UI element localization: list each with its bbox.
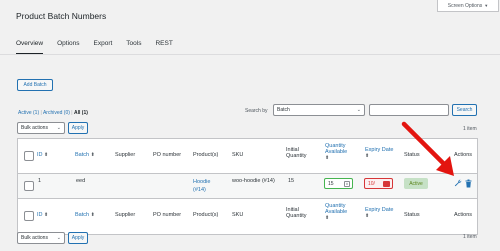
- sort-icon: ⬍: [325, 155, 330, 161]
- column-actions-footer: Actions: [454, 212, 473, 218]
- search-by-value: Batch: [277, 107, 290, 113]
- column-po-number: PO number: [153, 152, 182, 158]
- batches-table: ID ⬍ Batch ⬍ Supplier PO number Product(…: [17, 138, 478, 235]
- row-id: 1: [38, 178, 42, 184]
- bulk-actions-label: Bulk actions: [21, 235, 48, 241]
- tab-tools[interactable]: Tools: [126, 40, 141, 54]
- select-all-checkbox[interactable]: [24, 151, 34, 161]
- filter-all[interactable]: All (1): [74, 110, 88, 116]
- bulk-actions-label: Bulk actions: [21, 125, 48, 131]
- column-batch[interactable]: Batch ⬍: [75, 152, 95, 158]
- screen-options-button[interactable]: Screen Options ▼: [437, 0, 499, 12]
- trash-icon[interactable]: [465, 179, 472, 188]
- expiry-date-value: 10/: [368, 180, 375, 187]
- table-row: 1 eed Hoodie (#14) woo-hoodie (#14) 15 15…: [18, 174, 477, 199]
- apply-button-top[interactable]: Apply: [68, 122, 88, 134]
- search-by-select[interactable]: Batch ⌄: [273, 104, 365, 116]
- sort-icon: ⬍: [365, 213, 370, 219]
- column-supplier-footer: Supplier: [115, 212, 136, 218]
- row-sku: woo-hoodie (#14): [232, 178, 275, 184]
- filter-separator: |: [71, 110, 73, 116]
- column-id-footer[interactable]: ID ⬍: [37, 212, 48, 218]
- screen-options-label: Screen Options: [447, 2, 483, 9]
- column-products: Product(s): [193, 152, 219, 158]
- column-quantity-available-footer[interactable]: Quantity Available ⬍: [325, 203, 347, 221]
- bulk-actions-select-bottom[interactable]: Bulk actions ⌄: [17, 232, 65, 244]
- item-count-top: 1 item: [463, 126, 477, 132]
- sort-icon: ⬍: [325, 215, 330, 221]
- column-supplier: Supplier: [115, 152, 136, 158]
- sort-icon: ⬍: [44, 152, 49, 158]
- search-button[interactable]: Search: [452, 104, 477, 116]
- column-actions: Actions: [454, 152, 473, 158]
- column-expiry-date[interactable]: Expiry Date ⬍: [365, 147, 393, 159]
- column-expiry-date-footer[interactable]: Expiry Date ⬍: [365, 207, 393, 219]
- wrench-icon[interactable]: [454, 179, 462, 187]
- column-batch-footer[interactable]: Batch ⬍: [75, 212, 95, 218]
- column-sku: SKU: [232, 152, 244, 158]
- search-input[interactable]: [369, 104, 449, 116]
- row-initial-quantity: 15: [288, 178, 295, 184]
- chevron-down-icon: ⌄: [56, 235, 61, 241]
- column-sku-footer: SKU: [232, 212, 244, 218]
- chevron-down-icon: ⌄: [356, 107, 361, 113]
- caret-down-icon: ▼: [484, 3, 489, 8]
- row-checkbox[interactable]: [24, 181, 34, 191]
- add-batch-button[interactable]: Add Batch: [17, 79, 53, 91]
- column-status: Status: [404, 152, 420, 158]
- page-title: Product Batch Numbers: [16, 11, 107, 21]
- filter-archived[interactable]: Archived (0): [43, 110, 70, 116]
- status-filters: Active (1) | Archived (0) | All (1): [18, 110, 88, 116]
- filter-active[interactable]: Active (1): [18, 110, 39, 116]
- tab-bar: Overview Options Export Tools REST: [16, 40, 187, 54]
- sort-icon: ⬍: [90, 212, 95, 218]
- expiry-date-input[interactable]: 10/: [364, 178, 393, 189]
- calendar-icon[interactable]: [383, 181, 390, 187]
- tab-divider: [0, 54, 500, 55]
- item-count-bottom: 1 item: [463, 234, 477, 240]
- tab-overview[interactable]: Overview: [16, 40, 44, 54]
- sort-icon: ⬍: [365, 153, 370, 159]
- column-initial-quantity: Initial Quantity: [286, 147, 307, 159]
- column-po-number-footer: PO number: [153, 212, 182, 218]
- spinner-icon[interactable]: ⇕: [344, 181, 350, 187]
- quantity-available-value: 15: [328, 180, 334, 187]
- column-products-footer: Product(s): [193, 212, 219, 218]
- sort-icon: ⬍: [90, 152, 95, 158]
- search-by-label: Search by: [245, 108, 268, 114]
- quantity-available-input[interactable]: 15 ⇕: [324, 178, 353, 189]
- column-quantity-available[interactable]: Quantity Available ⬍: [325, 143, 347, 161]
- select-all-checkbox-bottom[interactable]: [24, 211, 34, 221]
- table-footer-row: ID ⬍ Batch ⬍ Supplier PO number Product(…: [18, 199, 477, 234]
- filter-separator: |: [40, 110, 42, 116]
- status-badge: Active: [404, 178, 428, 189]
- row-batch[interactable]: eed: [76, 178, 85, 184]
- tab-export[interactable]: Export: [94, 40, 113, 54]
- tab-options[interactable]: Options: [57, 40, 79, 54]
- column-initial-quantity-footer: Initial Quantity: [286, 207, 307, 219]
- chevron-down-icon: ⌄: [56, 125, 61, 131]
- tab-rest[interactable]: REST: [155, 40, 172, 54]
- row-product-link[interactable]: Hoodie (#14): [193, 178, 210, 194]
- table-header-row: ID ⬍ Batch ⬍ Supplier PO number Product(…: [18, 139, 477, 174]
- column-status-footer: Status: [404, 212, 420, 218]
- column-id[interactable]: ID ⬍: [37, 152, 48, 158]
- sort-icon: ⬍: [44, 212, 49, 218]
- bulk-actions-select-top[interactable]: Bulk actions ⌄: [17, 122, 65, 134]
- apply-button-bottom[interactable]: Apply: [68, 232, 88, 244]
